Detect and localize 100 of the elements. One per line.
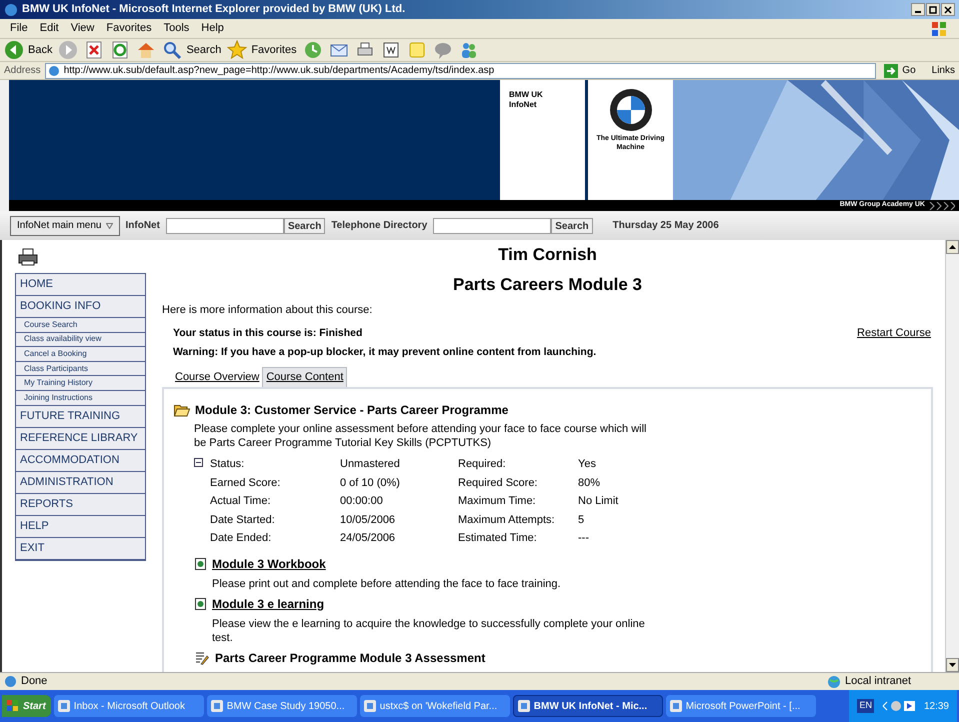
page-icon (48, 64, 60, 76)
detail-value: 5 (578, 512, 586, 528)
tab[interactable]: Course Content (262, 367, 348, 387)
maximize-button[interactable] (926, 3, 940, 16)
nav-subitem[interactable]: My Training History (16, 376, 145, 391)
nav-item[interactable]: ADMINISTRATION (16, 472, 145, 494)
nav-item[interactable]: REFERENCE LIBRARY (16, 428, 145, 450)
detail-label: Date Started: (210, 512, 276, 528)
minimize-button[interactable] (911, 3, 925, 16)
module-link[interactable]: Module 3 Workbook (212, 554, 326, 573)
nav-subitem[interactable]: Class Participants (16, 362, 145, 376)
search-button[interactable]: Search (162, 40, 222, 60)
close-icon (944, 6, 952, 14)
nav-item[interactable]: BOOKING INFO (16, 296, 145, 318)
taskbar-button[interactable]: BMW UK InfoNet - Mic... (512, 695, 663, 717)
menu-item[interactable]: Tools (158, 20, 196, 37)
detail-value: 24/05/2006 (340, 531, 396, 546)
dropdown-icon (106, 222, 112, 228)
edit-button[interactable] (380, 40, 401, 60)
windows-logo-icon (7, 700, 19, 712)
infonet-search-field[interactable] (166, 218, 284, 234)
search-button[interactable]: Search (284, 218, 326, 234)
nav-subitem[interactable]: Class availability view (16, 332, 145, 348)
item-description: Please view the e learning to acquire the knowledge to successfully complete your online test. (211, 616, 645, 645)
detail-value: 00:00:00 (340, 494, 384, 510)
close-button[interactable] (941, 3, 955, 16)
home-button[interactable] (136, 40, 156, 60)
nav-subitem[interactable]: Cancel a Booking (16, 347, 145, 362)
detail-value: Unmastered (340, 457, 401, 472)
module-link[interactable]: Module 3 e learning (212, 594, 324, 613)
assessment-title: Parts Career Programme Module 3 Assessment (215, 650, 486, 667)
arrow-icon (884, 64, 898, 78)
back-button[interactable]: Back (4, 40, 52, 60)
restart-link[interactable]: Restart Course (857, 324, 933, 341)
user-name: Tim Cornish (497, 245, 598, 265)
history-button[interactable] (302, 40, 323, 60)
document-icon (195, 558, 206, 570)
main-menu-button[interactable]: InfoNet main menu (10, 216, 120, 236)
warning-text: Warning: If you have a pop-up blocker, it may prevent online content from launching. (172, 345, 598, 360)
scrollbar[interactable] (945, 240, 959, 672)
detail-label: Required Score: (458, 476, 538, 491)
nav-subitem[interactable]: Course Search (16, 318, 145, 333)
taskbar-button[interactable]: ustxc$ on 'Wokefield Par... (360, 695, 510, 717)
nav-subitem[interactable]: Joining Instructions (16, 390, 145, 406)
nav-item[interactable]: HELP (16, 516, 145, 538)
detail-value: Yes (578, 457, 597, 472)
go-button[interactable]: Go (880, 63, 920, 78)
printer-icon (18, 248, 38, 266)
menu-item[interactable]: Edit (34, 20, 65, 37)
windows-logo-icon (931, 20, 947, 36)
taskbar-button[interactable]: BMW Case Study 19050... (206, 695, 357, 717)
intro-text: Here is more information about this course: (162, 303, 374, 318)
module-description: Please complete your online assessment before attending your face to face course which will be Parts Career Programme Tutorial Key Skills (PCPTUTKS) (193, 422, 648, 450)
item-description: Please print out and complete before attending the face to face training. (211, 576, 562, 591)
taskbar-button[interactable]: Microsoft PowerPoint - [... (666, 695, 816, 717)
document-icon (195, 598, 206, 610)
module-title: Module 3: Customer Service - Parts Career Programme (195, 402, 508, 419)
directory-search-field[interactable] (433, 218, 552, 234)
refresh-icon (110, 40, 130, 60)
detail-label: Actual Time: (210, 494, 272, 510)
detail-label: Date Ended: (210, 531, 272, 546)
nav-item[interactable]: EXIT (16, 538, 145, 560)
collapse-icon[interactable] (194, 458, 203, 467)
nav-item[interactable]: HOME (16, 274, 145, 296)
logo-icon (608, 88, 652, 132)
history-icon (302, 40, 323, 60)
window-title: BMW UK InfoNet - Microsoft Internet Explorer provided by BMW (UK) Ltd. (22, 2, 406, 18)
favorites-icon (227, 40, 248, 60)
detail-label: Maximum Time: (458, 494, 537, 510)
scroll-down-icon[interactable] (946, 658, 959, 672)
edit-icon (380, 40, 401, 60)
start-button[interactable]: Start (2, 695, 51, 717)
directory-label: Telephone Directory (331, 219, 428, 233)
zone-label: Local intranet (845, 674, 912, 690)
detail-label: Estimated Time: (458, 531, 538, 546)
language-indicator[interactable]: EN (857, 699, 874, 713)
nav-item[interactable]: FUTURE TRAINING (16, 406, 145, 428)
stop-button[interactable] (84, 40, 104, 60)
nav-item[interactable]: ACCOMMODATION (16, 450, 145, 472)
app-icon (518, 700, 530, 712)
search-button[interactable]: Search (551, 218, 593, 234)
refresh-button[interactable] (110, 40, 130, 60)
menu-item[interactable]: View (64, 20, 100, 37)
nav-item[interactable]: REPORTS (16, 494, 145, 516)
scroll-up-icon[interactable] (946, 240, 959, 254)
status-text: Your status in this course is: Finished (173, 326, 362, 340)
folder-icon (174, 404, 190, 416)
chevrons-icon (929, 202, 955, 210)
chat-button[interactable] (432, 40, 453, 60)
menu-item[interactable]: Favorites (100, 20, 158, 37)
course-title: Parts Careers Module 3 (452, 275, 643, 295)
detail-value: No Limit (578, 494, 620, 510)
favorites-button[interactable]: Favorites (227, 40, 297, 60)
menu-item[interactable]: File (4, 20, 34, 37)
links-label[interactable]: Links (924, 63, 955, 78)
infonet-label: InfoNet (126, 219, 160, 233)
search-icon (162, 40, 182, 60)
minimize-icon (915, 11, 921, 13)
taskbar-button[interactable]: Inbox - Microsoft Outlook (54, 695, 204, 717)
menu-item[interactable]: Help (195, 20, 230, 37)
